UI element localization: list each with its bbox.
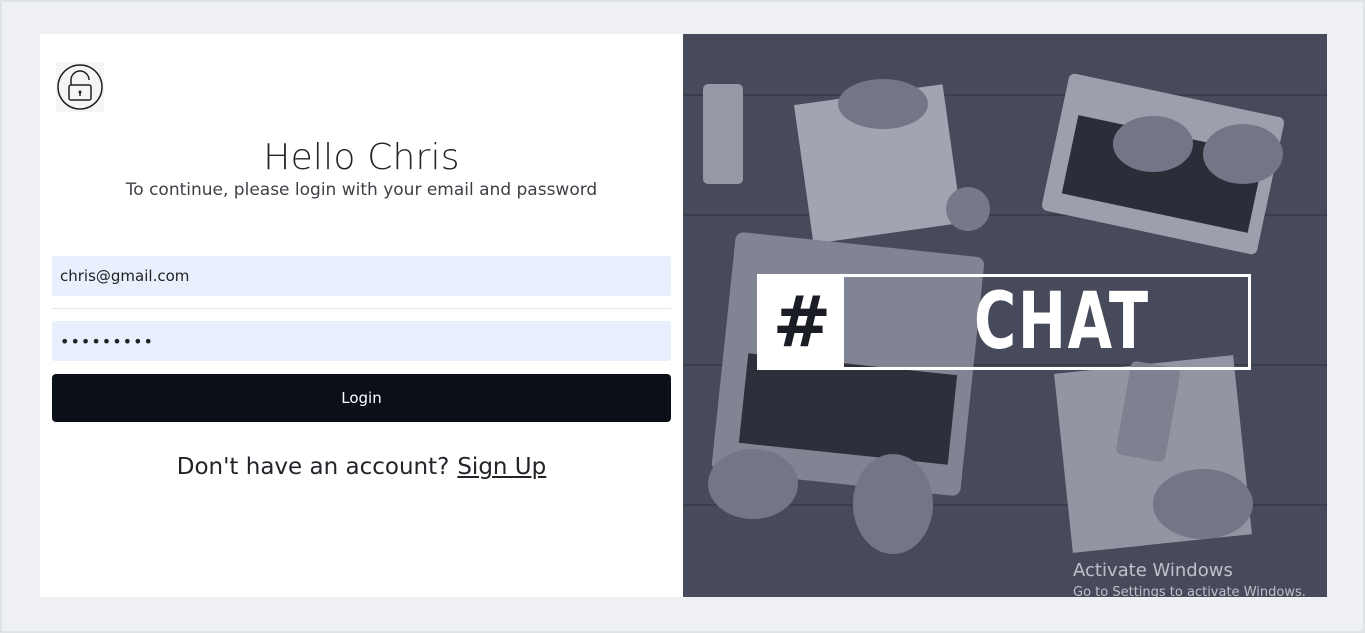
lock-open-icon — [56, 62, 104, 112]
page-subtitle: To continue, please login with your emai… — [125, 180, 598, 200]
password-value: ••••••••• — [60, 331, 154, 351]
activation-watermark: Activate Windows Go to Settings to activ… — [1073, 560, 1306, 597]
password-field[interactable]: ••••••••• — [52, 321, 671, 361]
watermark-subtitle: Go to Settings to activate Windows. — [1073, 585, 1306, 597]
email-field[interactable]: chris@gmail.com — [52, 256, 671, 296]
login-panel: Hello Chris To continue, please login wi… — [40, 34, 683, 597]
page-title: Hello Chris — [263, 137, 460, 178]
hash-mark: # — [760, 277, 844, 367]
signup-link[interactable]: Sign Up — [457, 454, 546, 480]
watermark-title: Activate Windows — [1073, 560, 1233, 581]
email-value: chris@gmail.com — [60, 267, 190, 285]
signup-row: Don't have an account? Sign Up — [40, 454, 683, 480]
login-button[interactable]: Login — [52, 374, 671, 422]
signup-prompt: Don't have an account? — [176, 454, 450, 480]
chat-logo: # CHAT — [757, 274, 1251, 370]
brand-text: CHAT — [974, 277, 1150, 367]
divider — [52, 308, 671, 309]
login-card: Hello Chris To continue, please login wi… — [40, 34, 1327, 597]
banner-panel: # CHAT Activate Windows Go to Settings t… — [683, 34, 1327, 597]
